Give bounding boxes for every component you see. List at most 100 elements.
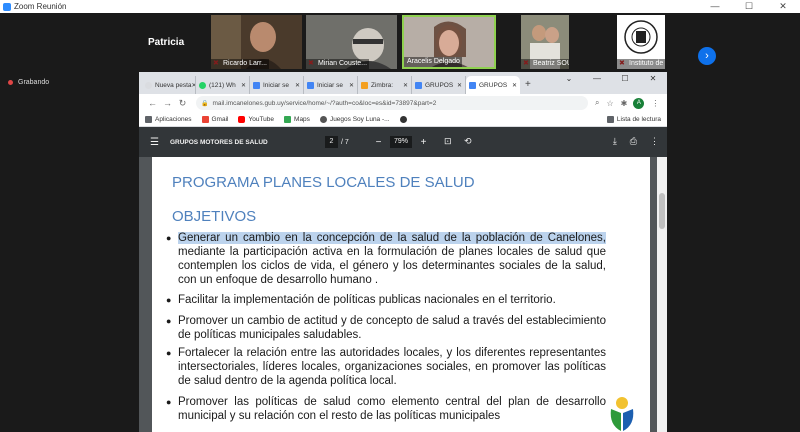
- bookmark-youtube[interactable]: YouTube: [238, 115, 275, 123]
- participant-name: Instituto de H...: [617, 59, 665, 69]
- participant-tile[interactable]: ✖ Beatriz SOUTO: [521, 15, 569, 69]
- participant-strip: Patricia ✖ Ricardo Larr... ✖ Mirian Cous…: [0, 13, 800, 70]
- bookmark-maps[interactable]: Maps: [284, 115, 310, 123]
- participant-name: Mirian Couste...: [306, 59, 370, 69]
- participant-tile[interactable]: ✖ Mirian Couste...: [306, 15, 397, 69]
- browser-tab[interactable]: Iniciar se ✕: [304, 76, 358, 94]
- participant-name: Ricardo Larr...: [211, 59, 269, 69]
- scrollbar-thumb[interactable]: [659, 193, 665, 229]
- browser-tab[interactable]: (121) Wh ✕: [196, 76, 250, 94]
- bookmark-label: Juegos Soy Luna -...: [329, 115, 390, 123]
- tab-label: Nueva pesta: [155, 81, 192, 89]
- more-options-icon[interactable]: ⋮: [650, 136, 659, 147]
- url-bar[interactable]: 🔒 mail.imcanelones.gub.uy/service/home/~…: [196, 96, 588, 110]
- bookmark-gmail[interactable]: Gmail: [201, 115, 228, 123]
- download-icon[interactable]: ⤓: [613, 136, 617, 147]
- browser-tab[interactable]: Iniciar se ✕: [250, 76, 304, 94]
- maximize-icon[interactable]: ☐: [732, 1, 766, 12]
- new-tab-button[interactable]: +: [525, 76, 531, 94]
- bullet-text: Facilitar la implementación de políticas…: [178, 294, 556, 306]
- forward-icon[interactable]: →: [160, 98, 175, 108]
- address-bar-row: ← → ↻ 🔒 mail.imcanelones.gub.uy/service/…: [139, 94, 667, 112]
- bullet-text: Promover un cambio de actitud y de conce…: [178, 315, 606, 341]
- bullet-icon: ●: [166, 316, 172, 326]
- bookmark-label: YouTube: [248, 115, 275, 123]
- browser-tab[interactable]: Zimbra: ✕: [358, 76, 412, 94]
- bookmark-juegos[interactable]: Juegos Soy Luna -...: [319, 115, 390, 123]
- bullet-text-rest: mediante la participación activa en la f…: [178, 246, 606, 286]
- tab-close-icon[interactable]: ✕: [403, 82, 408, 89]
- bookmarks-bar: Aplicaciones Gmail YouTube Maps Juegos S…: [139, 112, 667, 127]
- participant-name: Aracelis Delgado: [404, 57, 462, 67]
- reading-list-button[interactable]: Lista de lectura: [606, 115, 661, 123]
- total-pages: / 7: [341, 138, 349, 146]
- tab-close-icon[interactable]: ✕: [295, 82, 300, 89]
- reading-list-label: Lista de lectura: [616, 115, 661, 123]
- participant-tile[interactable]: ✖ Ricardo Larr...: [211, 15, 302, 69]
- tab-label: Iniciar se: [263, 81, 290, 89]
- zoom-controls: − 79% +: [371, 136, 431, 148]
- tab-label: Zimbra:: [371, 81, 394, 89]
- tab-favicon-icon: [253, 81, 260, 89]
- bullet-text: Generar un cambio en la concepción de la…: [178, 231, 606, 287]
- tab-favicon-icon: [415, 81, 422, 89]
- bookmark-label: Maps: [294, 115, 310, 123]
- rotate-icon[interactable]: ⟲: [464, 136, 472, 147]
- globe-icon: [319, 115, 327, 123]
- zoom-level-input[interactable]: 79%: [390, 136, 412, 148]
- tab-label: Iniciar se: [317, 81, 344, 89]
- tab-close-icon[interactable]: ✕: [241, 82, 246, 89]
- pdf-viewer[interactable]: PROGRAMA PLANES LOCALES DE SALUD OBJETIV…: [139, 157, 667, 432]
- speaker-name: Patricia: [148, 37, 185, 48]
- browser-close-icon[interactable]: ✕: [639, 72, 667, 85]
- zoom-out-button[interactable]: −: [371, 137, 386, 148]
- pdf-scrollbar[interactable]: [657, 157, 667, 432]
- page-indicator: 2 / 7: [325, 136, 349, 148]
- browser-menu-icon[interactable]: ⋮: [651, 99, 659, 108]
- shared-browser-window: Nueva pesta ✕ (121) Wh ✕ Iniciar se ✕ In…: [139, 72, 667, 432]
- tab-close-icon[interactable]: ✕: [512, 82, 517, 89]
- tab-close-icon[interactable]: ✕: [457, 82, 462, 89]
- zoom-lens-icon[interactable]: ⌕: [595, 98, 599, 108]
- youtube-icon: [238, 115, 246, 123]
- print-icon[interactable]: ⎙: [630, 136, 637, 147]
- minimize-icon[interactable]: —: [698, 1, 732, 12]
- lock-icon: 🔒: [201, 100, 209, 107]
- profile-avatar[interactable]: A: [633, 97, 645, 109]
- tab-label: GRUPOS: [479, 81, 508, 89]
- bookmark-apps[interactable]: Aplicaciones: [145, 115, 192, 123]
- tab-favicon-icon: [469, 81, 476, 89]
- document-heading: PROGRAMA PLANES LOCALES DE SALUD: [172, 174, 475, 191]
- bullet-text: Fortalecer la relación entre las autorid…: [178, 347, 606, 387]
- next-participants-button[interactable]: ›: [698, 47, 716, 65]
- extensions-icon[interactable]: ✱: [621, 99, 628, 108]
- tab-search-icon[interactable]: ⌄: [555, 72, 583, 85]
- participant-tile-active[interactable]: Aracelis Delgado: [402, 15, 496, 69]
- fit-page-icon[interactable]: ⊡: [444, 136, 452, 147]
- close-icon[interactable]: ✕: [766, 1, 800, 12]
- bookmark-star-icon[interactable]: ☆: [606, 99, 613, 108]
- page-number-input[interactable]: 2: [325, 136, 338, 148]
- reading-list-icon: [606, 115, 614, 123]
- browser-tab[interactable]: GRUPOS ✕: [412, 76, 466, 94]
- back-icon[interactable]: ←: [145, 98, 160, 108]
- browser-tab-active[interactable]: GRUPOS ✕: [466, 76, 520, 94]
- browser-maximize-icon[interactable]: ☐: [611, 72, 639, 85]
- browser-tab-strip: Nueva pesta ✕ (121) Wh ✕ Iniciar se ✕ In…: [139, 72, 667, 94]
- hamburger-menu-icon[interactable]: ☰: [150, 137, 159, 148]
- recording-indicator: Grabando: [8, 79, 49, 86]
- bullet-icon: ●: [166, 397, 172, 407]
- participant-tile[interactable]: ✖ Instituto de H...: [617, 15, 665, 69]
- tab-label: (121) Wh: [209, 81, 236, 89]
- health-program-logo-icon: [610, 397, 634, 431]
- zoom-in-button[interactable]: +: [416, 137, 431, 148]
- bookmark-unnamed[interactable]: [399, 115, 410, 123]
- tab-favicon-icon: [145, 81, 152, 89]
- bullet-icon: ●: [166, 348, 172, 358]
- reload-icon[interactable]: ↻: [175, 98, 190, 109]
- tab-close-icon[interactable]: ✕: [349, 82, 354, 89]
- document-subheading: OBJETIVOS: [172, 208, 257, 225]
- browser-tab[interactable]: Nueva pesta ✕: [142, 76, 196, 94]
- tab-favicon-icon: [307, 81, 314, 89]
- browser-minimize-icon[interactable]: —: [583, 72, 611, 85]
